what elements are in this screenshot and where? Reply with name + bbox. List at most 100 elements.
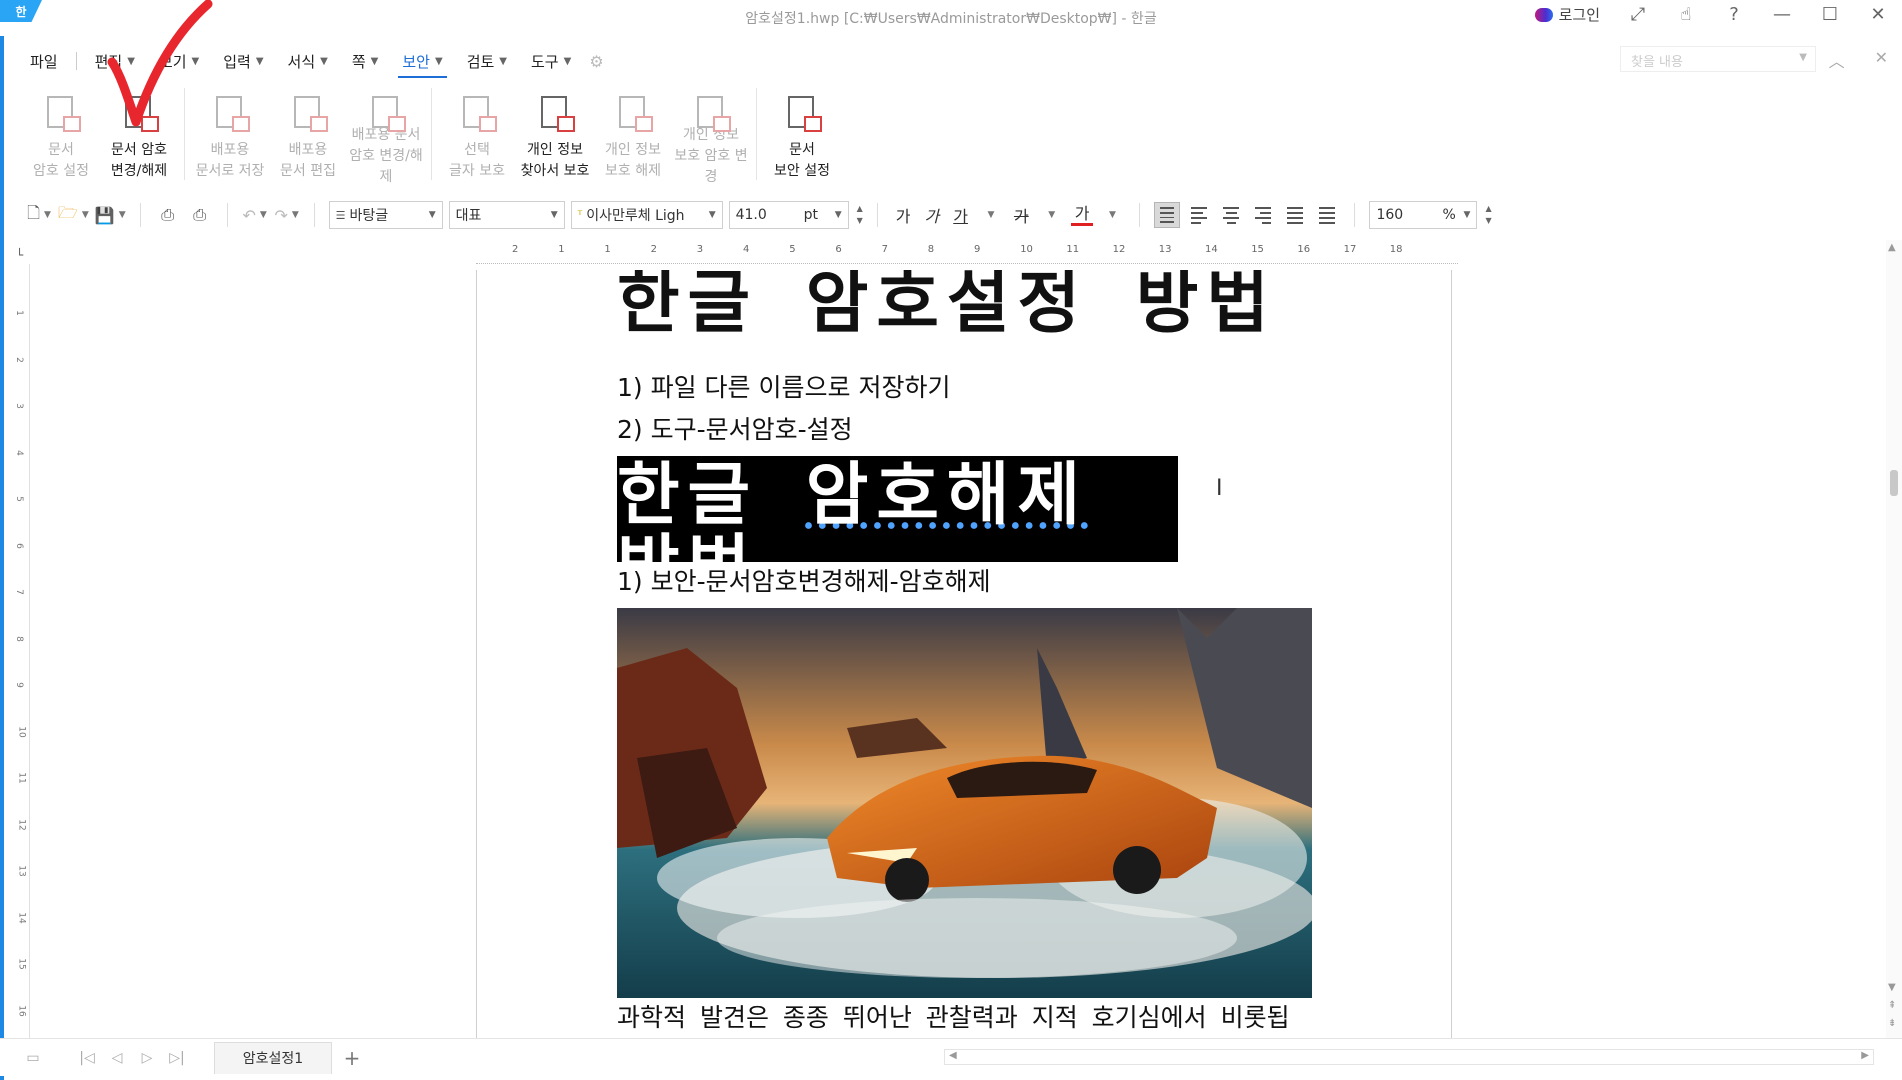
add-tab-icon[interactable]: + [332, 1046, 372, 1070]
next-tab-icon[interactable]: ▷ [132, 1050, 162, 1066]
find-input[interactable]: 찾을 내용 ▼ [1620, 46, 1816, 72]
font-size-field[interactable]: 41.0 pt ▼ [728, 201, 849, 229]
chevron-down-icon[interactable]: ▼ [429, 210, 436, 220]
horizontal-scrollbar[interactable]: ◀ ▶ [944, 1049, 1874, 1065]
chevron-down-icon[interactable]: ▼ [1048, 210, 1055, 220]
font-color-button[interactable]: 가 [1070, 204, 1094, 226]
chevron-down-icon[interactable]: ▼ [260, 210, 267, 220]
chevron-down-icon[interactable]: ▼ [1464, 210, 1471, 220]
save-button[interactable]: 💾 ▼ [95, 201, 126, 229]
prev-tab-icon[interactable]: ◁ [102, 1050, 132, 1066]
menu-item-0[interactable]: 파일 [18, 44, 70, 78]
sports-car-photo[interactable] [617, 608, 1312, 998]
menu-item-6[interactable]: 보안 ▼ [390, 44, 454, 78]
menu-item-4[interactable]: 서식 ▼ [276, 44, 340, 78]
vertical-ruler[interactable]: 1 2 3 4 5 6 7 8 9 10 11 12 13 14 15 16 [12, 264, 30, 1040]
strikethrough-options[interactable]: ▼ [1039, 201, 1065, 229]
ribbon-button-2-3[interactable]: 개인 정보 보호 암호 변경 [672, 82, 750, 188]
document-tab[interactable]: 암호설정1 [214, 1041, 332, 1074]
help-icon[interactable]: ? [1724, 4, 1744, 25]
chevron-down-icon[interactable]: ▼ [1109, 210, 1116, 220]
divide-align-button[interactable] [1314, 202, 1340, 228]
zoom-stepper[interactable]: ▲ ▼ [1485, 203, 1491, 227]
body-paragraph[interactable]: 과학적 발견은 종종 뛰어난 관찰력과 지적 호기심에서 비롯됩 [617, 998, 1290, 1034]
undo-button[interactable]: ↶ ▼ [242, 201, 268, 229]
menu-item-3[interactable]: 입력 ▼ [211, 44, 275, 78]
close-document-icon[interactable]: ✕ [1875, 48, 1888, 72]
page-icon[interactable]: ▭ [18, 1050, 48, 1066]
new-document-button[interactable]: 🗋 ▼ [26, 201, 52, 229]
close-icon[interactable]: ✕ [1868, 4, 1888, 25]
ribbon-button-1-1[interactable]: 배포용 문서 편집 [269, 82, 347, 188]
touch-mode-icon[interactable]: ☝ [1676, 4, 1696, 25]
ribbon-button-2-2[interactable]: 개인 정보 보호 해제 [594, 82, 672, 188]
scroll-down-icon[interactable]: ▼ [1888, 982, 1896, 993]
bold-button[interactable]: 가 [892, 203, 915, 227]
paragraph-style-select[interactable]: ☰ 바탕글 ▼ [328, 201, 443, 229]
ribbon-button-2-1[interactable]: 개인 정보 찾아서 보호 [516, 82, 594, 188]
chevron-down-icon[interactable]: ▼ [292, 210, 299, 220]
tools-extra-icon[interactable]: ⚙ [589, 52, 603, 71]
login-button[interactable]: 로그인 [1534, 4, 1600, 25]
minimize-icon[interactable]: — [1772, 4, 1792, 25]
print-preview-button[interactable]: ⎙ [187, 201, 213, 229]
scroll-right-icon[interactable]: ▶ [1861, 1050, 1869, 1061]
toolbar-divider [313, 203, 315, 227]
step-tools-password[interactable]: 2) 도구-문서암호-설정 [617, 410, 853, 446]
italic-button[interactable]: 가 [921, 203, 944, 227]
chevron-down-icon[interactable]: ▼ [1485, 215, 1491, 227]
right-align-button[interactable] [1250, 202, 1276, 228]
language-select[interactable]: 대표 ▼ [448, 201, 565, 229]
font-size-stepper[interactable]: ▲ ▼ [857, 203, 863, 227]
distribute-align-button[interactable] [1282, 202, 1308, 228]
left-align-button[interactable] [1186, 202, 1212, 228]
ribbon-button-0-0[interactable]: 문서 암호 설정 [22, 82, 100, 188]
center-align-button[interactable] [1218, 202, 1244, 228]
menu-item-5[interactable]: 쪽 ▼ [340, 44, 391, 78]
redo-button[interactable]: ↷ ▼ [274, 201, 300, 229]
first-tab-icon[interactable]: |◁ [72, 1050, 102, 1066]
ribbon-button-1-2[interactable]: 배포용 문서 암호 변경/해제 [347, 82, 425, 188]
scrollbar-thumb[interactable] [1890, 470, 1898, 496]
font-select[interactable]: ᵀ 이사만루체 Ligh ▼ [570, 201, 723, 229]
zoom-field[interactable]: 160 % ▼ [1369, 201, 1478, 229]
underline-button[interactable]: 가 [949, 203, 972, 227]
ribbon-button-3-0[interactable]: 문서 보안 설정 [763, 82, 841, 188]
chevron-down-icon[interactable]: ▼ [857, 215, 863, 227]
selected-heading-password-removal[interactable]: 한글 암호해제 방법 [617, 456, 1178, 604]
page-down-icon[interactable]: ⇟ [1888, 1018, 1896, 1029]
ruler-corner-icon[interactable]: └ [16, 248, 23, 262]
vertical-scrollbar[interactable]: ▲ ▼ ⇞ ⇟ [1886, 240, 1902, 1040]
chevron-down-icon[interactable]: ▼ [44, 210, 51, 220]
justify-align-button[interactable] [1154, 202, 1181, 228]
last-tab-icon[interactable]: ▷| [162, 1050, 192, 1066]
page-up-icon[interactable]: ⇞ [1888, 1000, 1896, 1011]
chevron-up-icon[interactable]: ▲ [1485, 203, 1491, 215]
scroll-left-icon[interactable]: ◀ [949, 1050, 957, 1061]
chevron-down-icon[interactable]: ▼ [551, 210, 558, 220]
maximize-icon[interactable]: ☐ [1820, 4, 1840, 25]
chevron-down-icon[interactable]: ▼ [119, 210, 126, 220]
menu-item-8[interactable]: 도구 ▼ [519, 44, 583, 78]
ribbon-button-2-0[interactable]: 선택 글자 보호 [438, 82, 516, 188]
heading-password-setting[interactable]: 한글 암호설정 방법 [617, 270, 1277, 338]
expand-icon[interactable]: ⤢ [1628, 4, 1648, 25]
chevron-down-icon[interactable]: ▼ [835, 210, 842, 220]
menu-item-7[interactable]: 검토 ▼ [455, 44, 519, 78]
scroll-up-icon[interactable]: ▲ [1888, 242, 1896, 253]
chevron-down-icon[interactable]: ▼ [82, 210, 89, 220]
collapse-ribbon-icon[interactable]: ︿ [1829, 48, 1845, 72]
chevron-down-icon[interactable]: ▼ [1799, 52, 1807, 63]
open-button[interactable]: 🗁 ▼ [58, 201, 89, 229]
print-button[interactable]: ⎙ [155, 201, 181, 229]
underline-options[interactable]: ▼ [978, 201, 1004, 229]
chevron-down-icon[interactable]: ▼ [988, 210, 995, 220]
step-security-remove[interactable]: 1) 보안-문서암호변경해제-암호해제 [617, 562, 991, 598]
step-save-as[interactable]: 1) 파일 다른 이름으로 저장하기 [617, 368, 950, 404]
font-color-options[interactable]: ▼ [1099, 201, 1125, 229]
chevron-down-icon[interactable]: ▼ [709, 210, 716, 220]
document-page[interactable]: 한글 암호설정 방법 1) 파일 다른 이름으로 저장하기 2) 도구-문서암호… [476, 270, 1452, 1040]
horizontal-ruler[interactable]: 2 1 1 2 3 4 5 6 7 8 9 10 11 12 13 14 15 16 17 18 [476, 242, 1458, 264]
chevron-up-icon[interactable]: ▲ [857, 203, 863, 215]
strikethrough-button[interactable]: 가 [1010, 203, 1033, 227]
